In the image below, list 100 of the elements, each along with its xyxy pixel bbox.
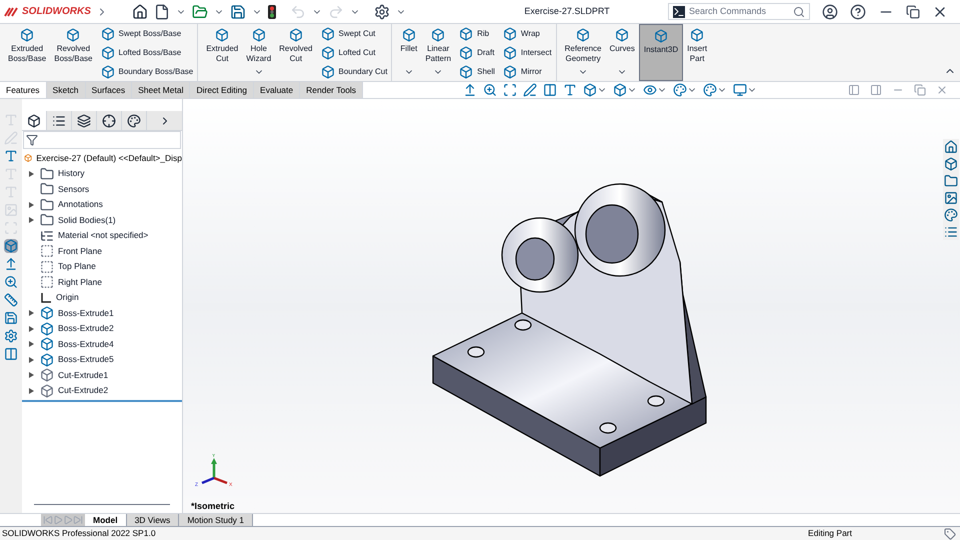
appearance-icon[interactable]: [127, 114, 141, 128]
crosshair-icon[interactable]: [102, 114, 116, 128]
ribbon-small-button[interactable]: Intersect: [502, 46, 552, 60]
ribbon-button[interactable]: Revolved Cut: [275, 24, 316, 81]
folder-icon[interactable]: [944, 174, 958, 188]
zoom-area-icon[interactable]: [503, 83, 518, 97]
normal-to-icon[interactable]: [463, 83, 478, 97]
traffic-light-icon[interactable]: [268, 4, 276, 18]
ribbon-small-button[interactable]: Draft: [459, 46, 495, 60]
user-icon[interactable]: [822, 4, 838, 20]
ribbon-small-button[interactable]: Lofted Cut: [320, 46, 388, 60]
save-icon[interactable]: [4, 311, 18, 325]
split-view-icon[interactable]: [4, 347, 18, 361]
expand-arrow-icon[interactable]: [28, 310, 34, 316]
tree-item[interactable]: Annotations: [22, 197, 182, 212]
expand-arrow-icon[interactable]: [28, 372, 34, 378]
ribbon-button[interactable]: Curves: [606, 24, 639, 81]
command-tab[interactable]: Evaluate: [254, 82, 300, 98]
tree-item[interactable]: Boss-Extrude5: [22, 352, 182, 368]
filter-icon[interactable]: [26, 134, 38, 146]
new-document-icon[interactable]: [154, 4, 170, 20]
panel-right-icon[interactable]: [870, 84, 882, 96]
command-tab[interactable]: Direct Editing: [190, 82, 254, 98]
ribbon-button[interactable]: Extruded Cut: [202, 24, 242, 81]
appearance-icon[interactable]: [944, 208, 958, 222]
command-tab[interactable]: Sketch: [46, 82, 86, 98]
list-icon[interactable]: [944, 225, 958, 239]
ribbon-small-button[interactable]: Wrap: [502, 26, 552, 40]
open-folder-icon[interactable]: [192, 4, 208, 20]
expand-arrow-icon[interactable]: [28, 217, 34, 224]
tree-item[interactable]: Sensors: [22, 182, 182, 197]
image-icon[interactable]: [944, 191, 958, 205]
ribbon-button[interactable]: Linear Pattern: [421, 24, 456, 81]
tree-item[interactable]: Boss-Extrude1: [22, 306, 182, 321]
tree-item[interactable]: Solid Bodies(1): [22, 212, 182, 228]
tree-item[interactable]: Cut-Extrude2: [22, 383, 182, 398]
tree-item[interactable]: Front Plane: [22, 244, 182, 259]
restore-icon[interactable]: [906, 4, 920, 18]
home-icon[interactable]: [132, 4, 148, 20]
ribbon-small-button[interactable]: Swept Boss/Base: [100, 26, 194, 40]
axis-icon[interactable]: [4, 257, 18, 271]
expand-arrow-icon[interactable]: [28, 388, 34, 394]
command-tab[interactable]: Surfaces: [86, 82, 132, 98]
expand-arrow-icon[interactable]: [28, 356, 34, 363]
tree-item[interactable]: History: [22, 166, 182, 182]
ribbon-small-button[interactable]: Boundary Cut: [320, 64, 388, 78]
ribbon-small-button[interactable]: Shell: [459, 64, 495, 78]
help-icon[interactable]: [850, 4, 866, 20]
settings-icon[interactable]: [374, 4, 390, 20]
ruler-icon[interactable]: [4, 293, 18, 307]
text-icon[interactable]: [4, 149, 18, 163]
search-field[interactable]: Search Commands: [668, 3, 810, 20]
ribbon-button[interactable]: Revolved Boss/Base: [50, 24, 96, 81]
tree-item[interactable]: Right Plane: [22, 274, 182, 290]
monitor-icon[interactable]: [733, 83, 748, 97]
color-wheel-icon[interactable]: [673, 83, 688, 97]
search-input[interactable]: Search Commands: [689, 4, 789, 18]
ribbon-button[interactable]: Hole Wizard: [242, 24, 276, 81]
ribbon-button[interactable]: Instant3D: [638, 24, 684, 81]
ribbon-small-button[interactable]: Boundary Boss/Base: [100, 64, 194, 78]
expand-arrow-icon[interactable]: [28, 202, 34, 208]
configuration-icon[interactable]: [77, 114, 91, 128]
tree-item[interactable]: Top Plane: [22, 259, 182, 274]
annotation-icon[interactable]: [563, 83, 578, 97]
zoom-icon[interactable]: [483, 83, 498, 97]
eye-icon[interactable]: [643, 83, 658, 97]
ribbon-button[interactable]: Fillet: [396, 24, 422, 81]
home-icon[interactable]: [944, 140, 958, 154]
command-tab[interactable]: Sheet Metal: [132, 82, 190, 98]
tree-item[interactable]: Material <not specified>: [22, 228, 182, 244]
expand-arrow-icon[interactable]: [28, 326, 34, 332]
ribbon-button[interactable]: Reference Geometry: [560, 24, 606, 81]
tree-item[interactable]: Boss-Extrude2: [22, 321, 182, 336]
expand-arrow-icon[interactable]: [28, 341, 34, 348]
ribbon-small-button[interactable]: Mirror: [502, 64, 552, 78]
ribbon-button[interactable]: Extruded Boss/Base: [4, 24, 50, 81]
expand-arrow-icon[interactable]: [28, 170, 34, 177]
ribbon-small-button[interactable]: Lofted Boss/Base: [100, 46, 194, 60]
pencil-icon[interactable]: [523, 83, 538, 97]
save-icon[interactable]: [230, 4, 246, 20]
section-view-icon[interactable]: [543, 83, 558, 97]
property-list-icon[interactable]: [52, 114, 66, 128]
bottom-tab[interactable]: Motion Study 1: [179, 514, 254, 526]
panel-left-icon[interactable]: [848, 84, 860, 96]
tree-root-label[interactable]: Exercise-27 (Default) <<Default>_Disp: [36, 152, 182, 164]
bottom-tab[interactable]: 3D Views: [126, 514, 180, 526]
tag-icon[interactable]: [944, 528, 956, 540]
cube-icon[interactable]: [4, 239, 18, 253]
ribbon-small-button[interactable]: Swept Cut: [320, 26, 388, 40]
tree-item[interactable]: Boss-Extrude4: [22, 336, 182, 352]
zoom-icon[interactable]: [4, 275, 18, 289]
cube-icon[interactable]: [944, 157, 958, 171]
command-tab[interactable]: Render Tools: [300, 82, 364, 98]
color-wheel-icon[interactable]: [703, 83, 718, 97]
cube-icon[interactable]: [583, 83, 598, 97]
cube-icon[interactable]: [613, 83, 628, 97]
ribbon-button[interactable]: Insert Part: [683, 24, 712, 81]
part-icon[interactable]: [27, 114, 41, 128]
tree-item[interactable]: Cut-Extrude1: [22, 368, 182, 383]
ribbon-small-button[interactable]: Rib: [459, 26, 495, 40]
